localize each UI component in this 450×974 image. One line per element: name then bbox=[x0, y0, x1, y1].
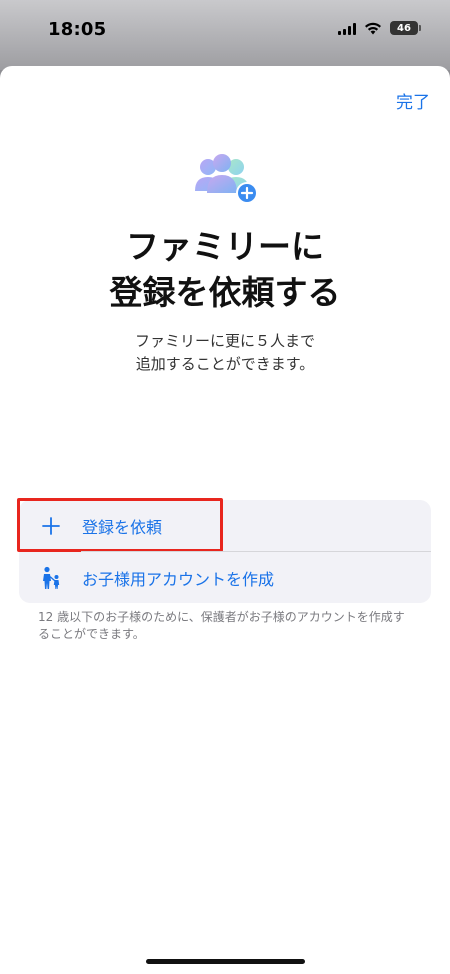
page-title: ファミリーに 登録を依頼する bbox=[0, 224, 450, 316]
battery-icon: 46 bbox=[390, 21, 421, 35]
subtitle-line-2: 追加することができます。 bbox=[135, 355, 315, 373]
done-button[interactable]: 完了 bbox=[396, 88, 430, 113]
status-icons: 46 bbox=[338, 21, 421, 35]
cellular-signal-icon bbox=[338, 22, 356, 35]
parent-child-icon bbox=[39, 566, 63, 590]
title-line-1: ファミリーに bbox=[126, 227, 324, 266]
request-registration-button[interactable]: 登録を依頼 bbox=[17, 498, 431, 552]
wifi-icon bbox=[365, 22, 381, 34]
home-indicator[interactable] bbox=[146, 959, 305, 964]
option-label: 登録を依頼 bbox=[82, 517, 163, 537]
plus-icon bbox=[39, 514, 63, 538]
status-bar: 18:05 46 bbox=[0, 0, 450, 62]
family-add-icon bbox=[195, 154, 258, 204]
status-time: 18:05 bbox=[48, 19, 107, 40]
page-subtitle: ファミリーに更に５人まで 追加することができます。 bbox=[0, 330, 450, 376]
modal-sheet: 完了 ファミリーに 登録を依頼する ファミリーに更に５人まで 追加することができ… bbox=[0, 66, 450, 974]
option-label: お子様用アカウントを作成 bbox=[82, 569, 275, 589]
options-group: 登録を依頼 お子様用アカウントを作成 bbox=[17, 498, 431, 603]
create-child-account-button[interactable]: お子様用アカウントを作成 bbox=[19, 552, 431, 603]
subtitle-line-1: ファミリーに更に５人まで bbox=[134, 332, 315, 350]
battery-level: 46 bbox=[397, 22, 411, 34]
title-line-2: 登録を依頼する bbox=[109, 273, 341, 312]
footnote-text: 12 歳以下のお子様のために、保護者がお子様のアカウントを作成することができます… bbox=[38, 610, 405, 641]
